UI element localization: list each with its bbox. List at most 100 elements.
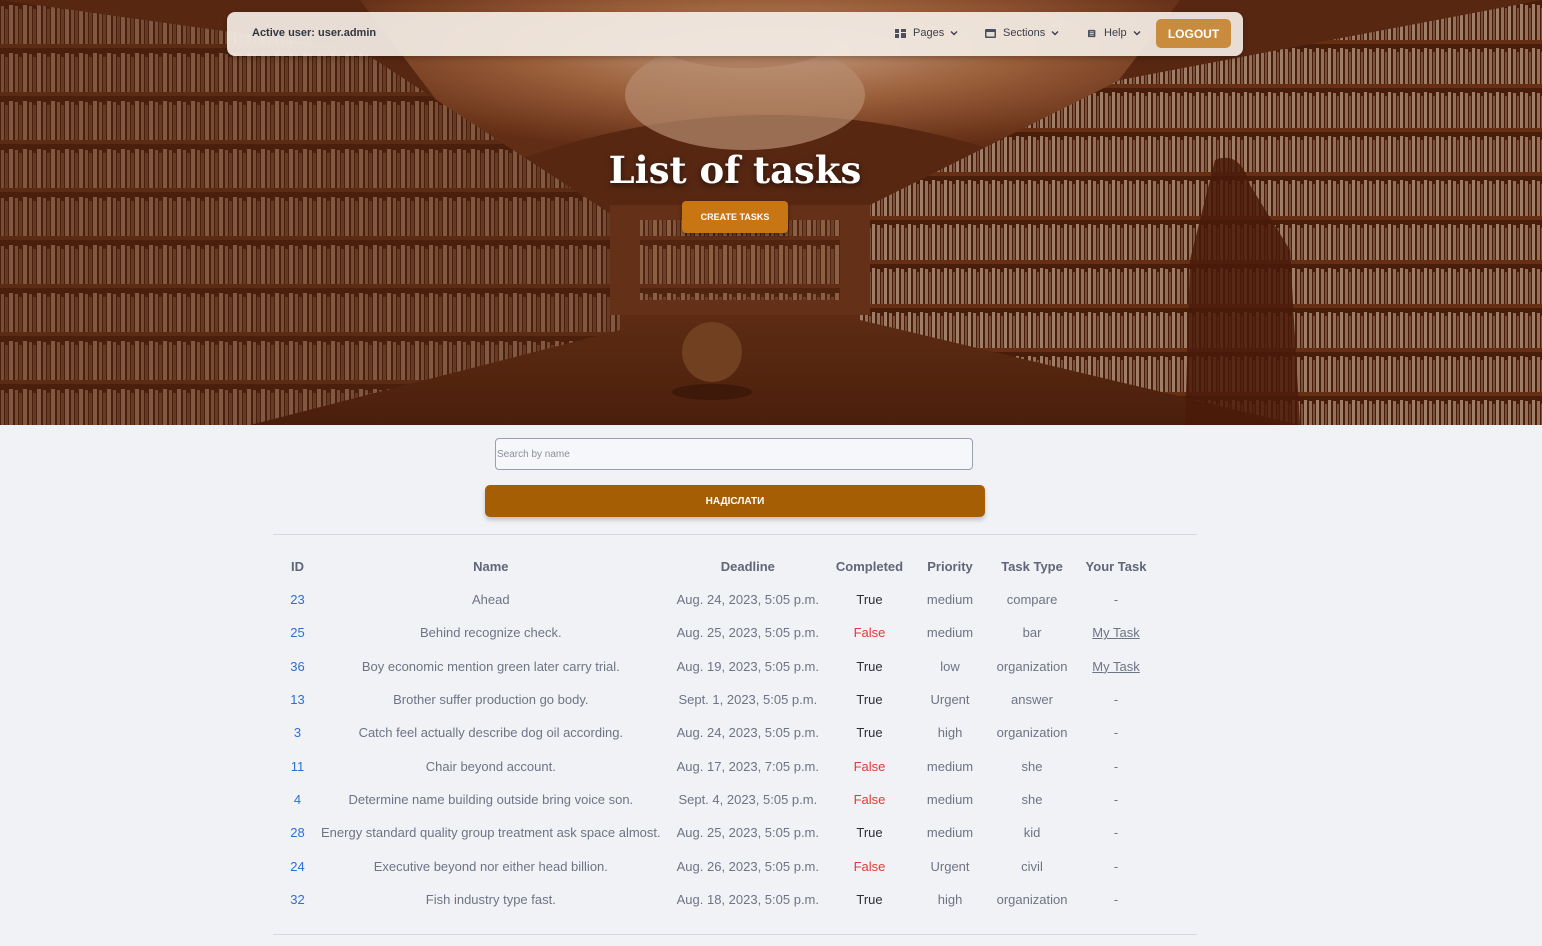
column-header-deadline[interactable]: Deadline [669, 550, 827, 583]
page-title: List of tasks [608, 148, 862, 192]
task-completed: False [853, 625, 886, 641]
task-priority: medium [926, 758, 974, 774]
task-name: Ahead [472, 592, 510, 608]
nav-menu-sections[interactable]: Sections [985, 27, 1059, 39]
chevron-down-icon [1133, 31, 1141, 36]
task-completed: True [856, 891, 883, 907]
task-id-link[interactable]: 28 [282, 816, 313, 849]
table-row: 11 Chair beyond account. Aug. 17, 2023, 7:… [282, 749, 1156, 782]
task-name: Brother suffer production go body. [393, 692, 589, 708]
task-type: organization [996, 891, 1068, 907]
task-type: organization [996, 725, 1068, 741]
chevron-down-icon [1051, 31, 1059, 36]
your-task-cell: My Task [1076, 616, 1156, 649]
task-name: Chair beyond account. [425, 758, 556, 774]
task-id-link[interactable]: 3 [282, 716, 313, 749]
task-priority: high [937, 891, 963, 907]
task-name: Behind recognize check. [419, 625, 562, 641]
your-task-cell: - [1113, 725, 1119, 741]
task-type: civil [1021, 858, 1043, 874]
task-deadline: Aug. 25, 2023, 5:05 p.m. [676, 625, 820, 641]
task-deadline: Aug. 24, 2023, 5:05 p.m. [676, 725, 820, 741]
search-input[interactable] [495, 438, 973, 470]
task-completed: False [853, 758, 886, 774]
column-header-your-task[interactable]: Your Task [1076, 550, 1156, 583]
task-id-link[interactable]: 13 [282, 683, 313, 716]
task-deadline: Aug. 17, 2023, 7:05 p.m. [676, 758, 820, 774]
task-type: bar [1022, 625, 1042, 641]
nav-menu-pages[interactable]: Pages [895, 27, 958, 39]
table-row: 24 Executive beyond nor either head billi… [282, 849, 1156, 882]
nav-menu-pages-label: Pages [913, 27, 945, 39]
submit-search-button[interactable]: НАДІСЛАТИ [485, 485, 985, 517]
task-completed: True [856, 725, 883, 741]
your-task-cell: - [1113, 858, 1119, 874]
task-name: Determine name building outside bring vo… [348, 791, 634, 807]
table-row: 28 Energy standard quality group treatmen… [282, 816, 1156, 849]
table-row: 3 Catch feel actually describe dog oil ac… [282, 716, 1156, 749]
my-task-link[interactable]: My Task [1092, 625, 1139, 640]
task-priority: high [937, 725, 963, 741]
task-type: organization [996, 658, 1068, 674]
task-priority: medium [926, 791, 974, 807]
task-name: Boy economic mention green later carry t… [361, 658, 620, 674]
your-task-cell: - [1113, 791, 1119, 807]
your-task-cell: - [1113, 692, 1119, 708]
document-icon [1088, 29, 1096, 37]
task-id-link[interactable]: 11 [282, 749, 313, 782]
task-priority: Urgent [930, 858, 970, 874]
column-header-priority[interactable]: Priority [912, 550, 988, 583]
task-deadline: Sept. 4, 2023, 5:05 p.m. [678, 791, 818, 807]
task-priority: medium [926, 625, 974, 641]
task-completed: True [856, 692, 883, 708]
task-priority: Urgent [930, 692, 970, 708]
task-completed: False [853, 791, 886, 807]
table-row: 13 Brother suffer production go body. Sept… [282, 683, 1156, 716]
column-header-completed[interactable]: Completed [827, 550, 912, 583]
logout-button[interactable]: LOGOUT [1156, 19, 1231, 48]
task-type: answer [1011, 692, 1053, 708]
task-deadline: Aug. 18, 2023, 5:05 p.m. [676, 891, 820, 907]
tasks-table: ID Name Deadline Completed Priority Task… [282, 550, 1156, 916]
task-type: compare [1006, 592, 1058, 608]
task-completed: True [856, 592, 883, 608]
task-completed: True [856, 658, 883, 674]
task-deadline: Sept. 1, 2023, 5:05 p.m. [678, 692, 818, 708]
table-row: 36 Boy economic mention green later carry… [282, 650, 1156, 683]
task-id-link[interactable]: 32 [282, 883, 313, 916]
task-deadline: Aug. 24, 2023, 5:05 p.m. [676, 592, 820, 608]
hero-banner: Active user: user.admin Pages Sections H… [0, 0, 1542, 425]
column-header-task-type[interactable]: Task Type [988, 550, 1076, 583]
your-task-cell: - [1113, 758, 1119, 774]
column-header-id[interactable]: ID [282, 550, 313, 583]
your-task-cell: - [1113, 592, 1119, 608]
divider [273, 934, 1197, 935]
task-type: she [1021, 791, 1043, 807]
chevron-down-icon [950, 31, 958, 36]
task-completed: True [856, 825, 883, 841]
task-id-link[interactable]: 4 [282, 783, 313, 816]
nav-menu-help[interactable]: Help [1088, 27, 1141, 39]
tasks-table-body: 23 Ahead Aug. 24, 2023, 5:05 p.m. True mediu… [282, 583, 1156, 916]
top-navbar: Active user: user.admin Pages Sections H… [227, 12, 1243, 56]
task-id-link[interactable]: 25 [282, 616, 313, 649]
task-id-link[interactable]: 24 [282, 849, 313, 882]
table-row: 4 Determine name building outside bring v… [282, 783, 1156, 816]
your-task-cell: - [1113, 825, 1119, 841]
window-icon [985, 28, 996, 38]
active-user-label: Active user: user.admin [252, 27, 377, 39]
task-completed: False [853, 858, 886, 874]
my-task-link[interactable]: My Task [1092, 659, 1139, 674]
column-header-name[interactable]: Name [313, 550, 669, 583]
task-name: Catch feel actually describe dog oil acc… [358, 725, 624, 741]
task-priority: medium [926, 592, 974, 608]
your-task-cell: - [1113, 891, 1119, 907]
table-header-row: ID Name Deadline Completed Priority Task… [282, 550, 1156, 583]
task-priority: low [940, 658, 960, 674]
create-tasks-button[interactable]: CREATE TASKS [682, 201, 788, 233]
task-id-link[interactable]: 36 [282, 650, 313, 683]
table-row: 25 Behind recognize check. Aug. 25, 2023, … [282, 616, 1156, 649]
task-type: she [1021, 758, 1043, 774]
task-id-link[interactable]: 23 [282, 583, 313, 616]
task-priority: medium [926, 825, 974, 841]
